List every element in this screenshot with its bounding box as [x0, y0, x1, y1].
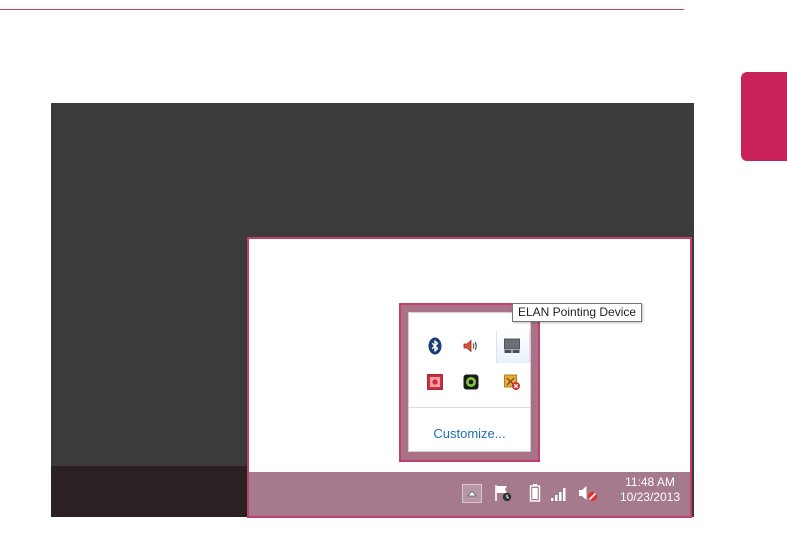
elan-pointing-device-tooltip: ELAN Pointing Device — [512, 303, 643, 322]
side-chapter-tab — [741, 72, 787, 161]
action-center-icon[interactable] — [493, 483, 513, 507]
taskbar: 11:48 AM 10/23/2013 — [249, 472, 690, 516]
touchpad-icon[interactable] — [503, 337, 521, 355]
network-error-icon[interactable] — [503, 373, 521, 391]
customize-link[interactable]: Customize... — [409, 426, 530, 441]
overflow-divider — [409, 407, 530, 408]
overflow-flyout-frame: Customize... — [399, 303, 540, 462]
speaker-muted-icon[interactable] — [577, 483, 599, 507]
chevron-up-icon — [467, 490, 477, 497]
notification-overflow-panel: Customize... — [408, 312, 531, 452]
volume-icon[interactable] — [462, 337, 480, 355]
signal-icon[interactable] — [549, 483, 569, 507]
taskbar-clock[interactable]: 11:48 AM 10/23/2013 — [620, 475, 680, 505]
clock-date: 10/23/2013 — [619, 490, 680, 504]
clock-time: 11:48 AM — [625, 475, 675, 489]
top-divider-line — [0, 9, 684, 10]
taskbar-left-section — [51, 466, 248, 517]
camera-app-icon[interactable] — [462, 373, 480, 391]
zoomed-notification-area: Customize... ELAN Pointing Device 11:48 … — [247, 237, 692, 518]
show-hidden-icons-button[interactable] — [462, 484, 482, 503]
bluetooth-icon[interactable] — [426, 337, 444, 355]
battery-icon[interactable] — [529, 483, 541, 507]
antivirus-icon[interactable] — [426, 373, 444, 391]
